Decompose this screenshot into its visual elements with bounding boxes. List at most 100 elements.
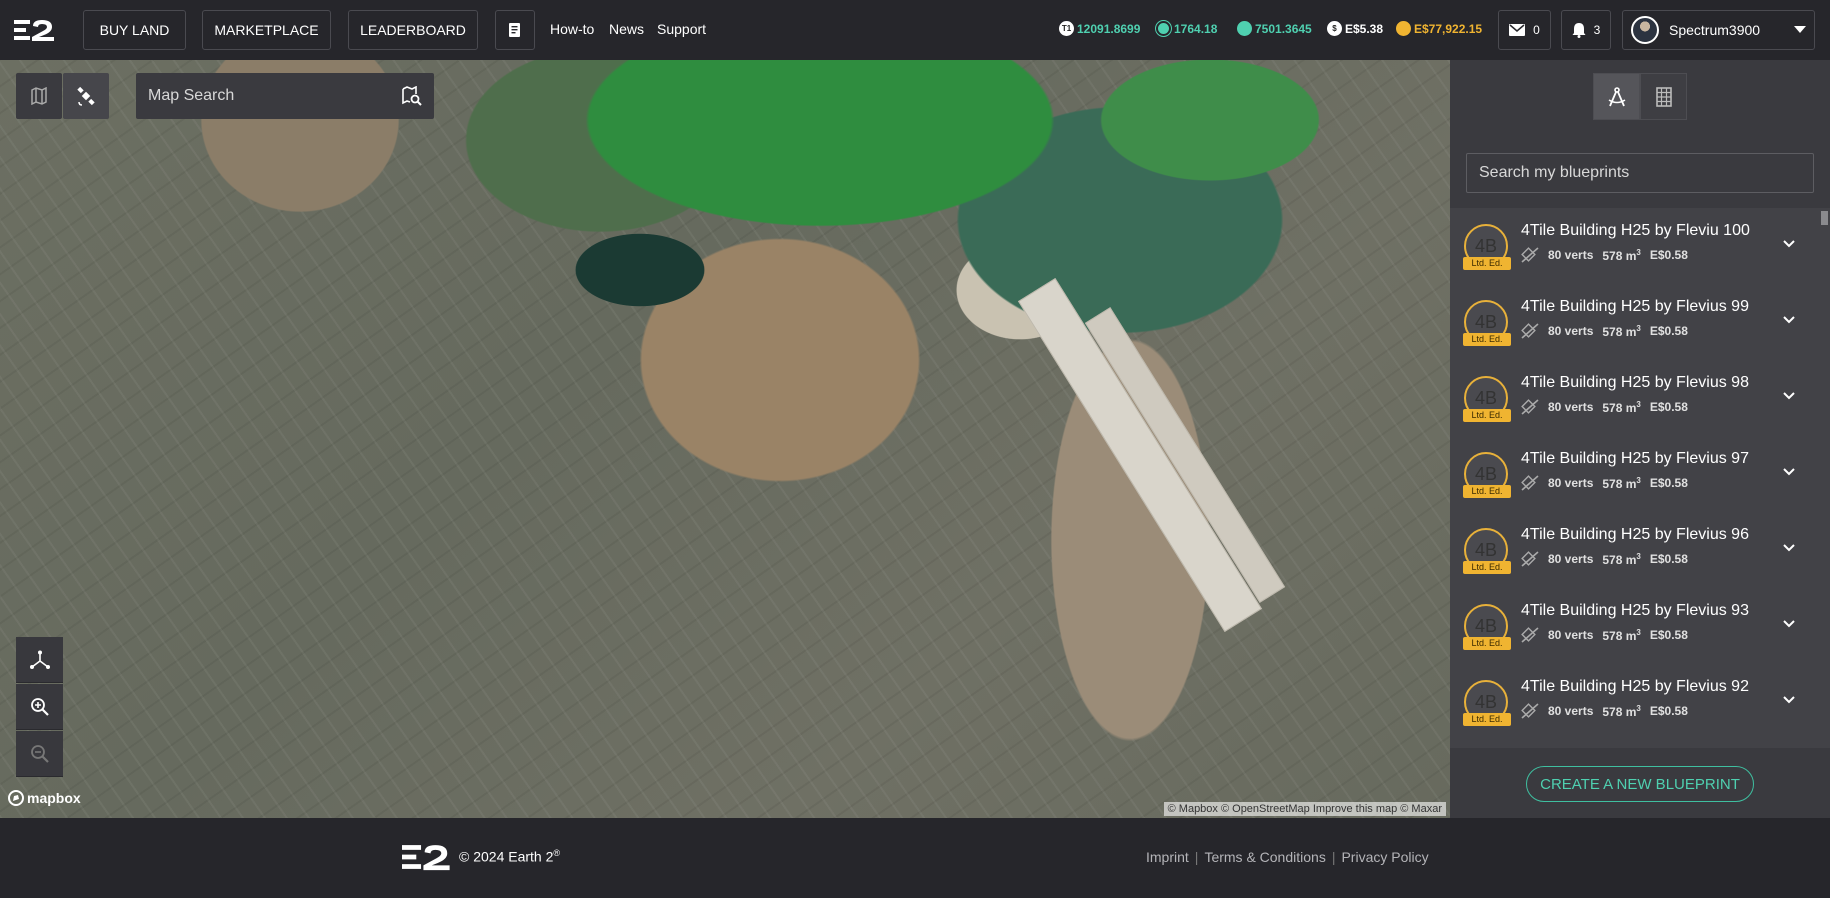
link-separator: |	[1331, 849, 1336, 865]
mapbox-logo-icon	[8, 790, 24, 806]
panel-view-tabs	[1593, 73, 1687, 120]
blueprint-search-input[interactable]	[1466, 153, 1814, 193]
blueprint-badge-label: 4B	[1474, 463, 1498, 484]
copyright-text: © 2024 Earth 2®	[459, 848, 560, 865]
chevron-down-icon[interactable]	[1781, 388, 1797, 404]
marketplace-button[interactable]: MARKETPLACE	[202, 10, 331, 50]
blueprints-panel: 4BLtd. Ed.4Tile Building H25 by Fleviu 1…	[1450, 60, 1830, 818]
limited-edition-badge: Ltd. Ed.	[1463, 409, 1511, 422]
blueprint-volume-value: 578 m	[1602, 704, 1637, 719]
blueprint-volume-unit: 3	[1636, 399, 1641, 409]
blueprint-volume-value: 578 m	[1602, 552, 1637, 567]
no-edit-icon	[1521, 703, 1539, 719]
blueprint-title: 4Tile Building H25 by Flevius 99	[1521, 298, 1749, 315]
blueprint-list-item[interactable]: 4B Ltd. Ed. 4Tile Building H25 by Flevius …	[1450, 284, 1820, 360]
balance-value: E$5.38	[1345, 21, 1384, 36]
buy-land-button[interactable]: BUY LAND	[83, 10, 186, 50]
map-search-box[interactable]	[136, 73, 434, 119]
news-link[interactable]: News	[609, 21, 644, 37]
privacy-policy-link[interactable]: Privacy Policy	[1341, 849, 1428, 865]
copyright-label: © 2024 Earth 2	[459, 848, 554, 865]
blueprint-list-item[interactable]: 4B Ltd. Ed. 4Tile Building H25 by Flevius …	[1450, 436, 1820, 512]
zoom-in-button[interactable]	[16, 684, 63, 730]
blueprint-verts: 80 verts	[1548, 400, 1594, 414]
limited-edition-badge: Ltd. Ed.	[1463, 333, 1511, 346]
chevron-down-icon[interactable]	[1781, 464, 1797, 480]
blueprint-list-item[interactable]: 4B Ltd. Ed. 4Tile Building H25 by Flevius …	[1450, 512, 1820, 588]
guide-book-button[interactable]	[495, 10, 535, 50]
balance-value: 1764.18	[1174, 21, 1218, 36]
blueprint-list-item[interactable]: 4B Ltd. Ed. 4Tile Building H25 by Flevius …	[1450, 664, 1820, 740]
blueprint-list-item[interactable]: 4B Ltd. Ed. 4Tile Building H25 by Fleviu 1…	[1450, 208, 1820, 284]
blueprint-stats: 80 verts 578 m3 E$0.58	[1521, 399, 1688, 415]
map-runway-feature	[1018, 277, 1262, 633]
create-new-blueprint-button[interactable]: CREATE A NEW BLUEPRINT	[1526, 766, 1754, 802]
tab-buildings-grid[interactable]	[1640, 73, 1687, 120]
balance-tile-token[interactable]: T1 12091.8699	[1059, 21, 1140, 36]
dollar-coin-icon: $	[1327, 21, 1342, 36]
map-tilt-control-button[interactable]	[16, 637, 63, 683]
satellite-view-toggle-button[interactable]	[63, 73, 109, 119]
notifications-button[interactable]: 3	[1561, 10, 1611, 50]
user-menu-dropdown[interactable]: Spectrum3900	[1622, 10, 1815, 50]
balance-essence[interactable]: 1764.18	[1156, 21, 1217, 36]
satellite-map[interactable]: mapbox © Mapbox © OpenStreetMap Improve …	[0, 60, 1450, 818]
chevron-down-icon[interactable]	[1781, 236, 1797, 252]
blueprint-list-item[interactable]: 4B Ltd. Ed. 4Tile Building H25 by Flevius …	[1450, 588, 1820, 664]
earth2-logo-icon[interactable]	[402, 842, 452, 872]
zoom-out-button[interactable]	[16, 731, 63, 777]
blueprint-list-item[interactable]: 4B Ltd. Ed. 4Tile Building H25 by Flevius …	[1450, 360, 1820, 436]
blueprint-stats: 80 verts 578 m3 E$0.58	[1521, 627, 1688, 643]
blueprint-badge-label: 4B	[1474, 235, 1498, 256]
map-search-icon[interactable]	[402, 86, 422, 106]
limited-edition-badge: Ltd. Ed.	[1463, 485, 1511, 498]
mapbox-logo[interactable]: mapbox	[8, 790, 81, 806]
blueprint-badge-label: 4B	[1474, 311, 1498, 332]
blueprint-volume-value: 578 m	[1602, 476, 1637, 491]
blueprint-title: 4Tile Building H25 by Fleviu 100	[1521, 222, 1750, 239]
balance-ether[interactable]: 7501.3645	[1237, 21, 1312, 36]
chevron-down-icon[interactable]	[1781, 692, 1797, 708]
notifications-count: 3	[1593, 23, 1601, 37]
list-scrollbar[interactable]	[1821, 211, 1828, 225]
map-attribution[interactable]: © Mapbox © OpenStreetMap Improve this ma…	[1163, 802, 1446, 816]
blueprint-badge-label: 4B	[1474, 615, 1498, 636]
leaderboard-button[interactable]: LEADERBOARD	[348, 10, 478, 50]
balance-value: 7501.3645	[1255, 21, 1312, 36]
chevron-down-icon[interactable]	[1781, 312, 1797, 328]
tab-blueprint-tools[interactable]	[1593, 73, 1640, 120]
blueprint-stats: 80 verts 578 m3 E$0.58	[1521, 703, 1688, 719]
caret-down-icon	[1794, 26, 1806, 33]
balance-land-value[interactable]: E$77,922.15	[1396, 21, 1482, 36]
blueprint-stats: 80 verts 578 m3 E$0.58	[1521, 551, 1688, 567]
avatar	[1631, 16, 1659, 44]
top-navigation-bar: BUY LAND MARKETPLACE LEADERBOARD How-to …	[0, 0, 1830, 60]
balance-cash[interactable]: $ E$5.38	[1327, 21, 1383, 36]
blueprint-verts: 80 verts	[1548, 476, 1594, 490]
blueprint-volume-value: 578 m	[1602, 628, 1637, 643]
blueprint-badge-label: 4B	[1474, 387, 1498, 408]
username: Spectrum3900	[1669, 22, 1761, 38]
axis-3d-icon	[29, 650, 50, 669]
chevron-down-icon[interactable]	[1781, 540, 1797, 556]
blueprint-volume: 578 m3	[1602, 552, 1640, 567]
blueprint-list[interactable]: 4B Ltd. Ed. 4Tile Building H25 by Fleviu 1…	[1450, 208, 1830, 748]
blueprint-volume: 578 m3	[1602, 400, 1640, 415]
messages-button[interactable]: 0	[1498, 10, 1551, 50]
limited-edition-badge: Ltd. Ed.	[1463, 713, 1511, 726]
blueprint-volume-value: 578 m	[1602, 324, 1637, 339]
blueprint-volume: 578 m3	[1602, 628, 1640, 643]
blueprint-price: E$0.58	[1649, 552, 1688, 566]
map-search-input[interactable]	[148, 87, 378, 105]
blueprint-price: E$0.58	[1649, 400, 1688, 414]
terms-link[interactable]: Terms & Conditions	[1204, 849, 1325, 865]
blueprint-stats: 80 verts 578 m3 E$0.58	[1521, 475, 1688, 491]
balance-value: 12091.8699	[1077, 21, 1141, 36]
support-link[interactable]: Support	[657, 21, 706, 37]
how-to-link[interactable]: How-to	[550, 21, 594, 37]
imprint-link[interactable]: Imprint	[1146, 849, 1189, 865]
satellite-icon	[77, 86, 95, 106]
chevron-down-icon[interactable]	[1781, 616, 1797, 632]
earth2-logo-icon[interactable]	[14, 18, 56, 42]
map-view-toggle-button[interactable]	[16, 73, 62, 119]
